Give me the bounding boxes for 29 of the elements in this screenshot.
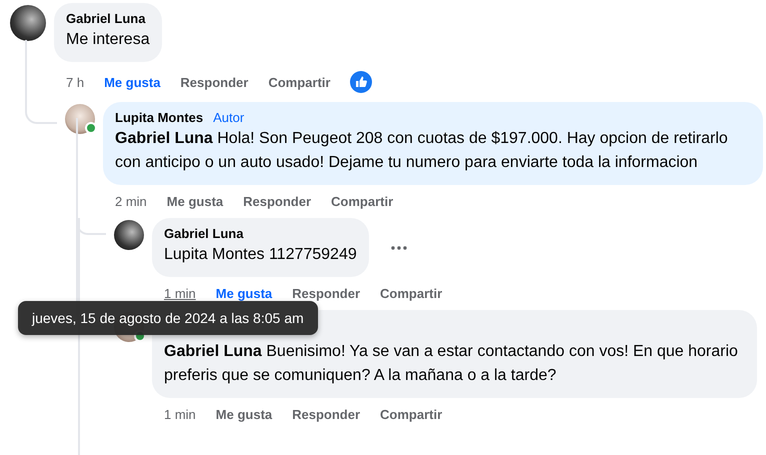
author-name[interactable]: Gabriel Luna	[66, 11, 146, 26]
author-label: Autor	[213, 110, 244, 125]
comment-action-link[interactable]: Responder	[180, 74, 248, 90]
comment-action-link[interactable]: Compartir	[380, 286, 442, 301]
avatar[interactable]	[114, 220, 144, 250]
comment-action-link[interactable]: Me gusta	[216, 407, 272, 422]
author-name[interactable]: Lupita Montes	[115, 110, 204, 125]
comment-time-link[interactable]: 1 min	[164, 286, 196, 301]
comment-time-link[interactable]: 2 min	[115, 194, 147, 209]
timestamp-tooltip: jueves, 15 de agosto de 2024 a las 8:05 am	[18, 301, 318, 335]
comment-action-link[interactable]: Me gusta	[104, 74, 160, 90]
comment-time-link[interactable]: 1 min	[164, 407, 196, 422]
comment-time-link[interactable]: 7 h	[66, 74, 84, 90]
comment-text: Lupita Montes 1127759249	[164, 245, 357, 265]
comment-action-link[interactable]: Responder	[292, 286, 360, 301]
thumbs-up-icon	[350, 71, 372, 93]
avatar[interactable]	[10, 5, 46, 41]
comment-action-link[interactable]: Compartir	[268, 74, 330, 90]
comment-action-link[interactable]: Me gusta	[166, 194, 224, 209]
comment-action-link[interactable]: Compartir	[331, 194, 394, 209]
ellipsis-icon	[390, 246, 407, 250]
comment-action-link[interactable]: Responder	[292, 407, 360, 422]
comment-action-link[interactable]: Me gusta	[216, 286, 272, 301]
comment-action-link[interactable]: Compartir	[380, 407, 442, 422]
comment-text: Gabriel Luna Buenisimo! Ya se van a estar contactando con vos! En que horario preferis que se comuniquen? A la mañana o a la tarde?	[164, 342, 739, 386]
comment-action-link[interactable]: Responder	[243, 194, 312, 209]
author-name[interactable]: Gabriel Luna	[164, 226, 244, 241]
comment-text: Gabriel Luna Hola! Son Peugeot 208 con cuotas de $197.000. Hay opcion de retirarlo con anticipo o un auto usado! Dejame tu numero para enviarte toda la informacion	[115, 129, 729, 173]
comment-text: Me interesa	[66, 30, 150, 50]
